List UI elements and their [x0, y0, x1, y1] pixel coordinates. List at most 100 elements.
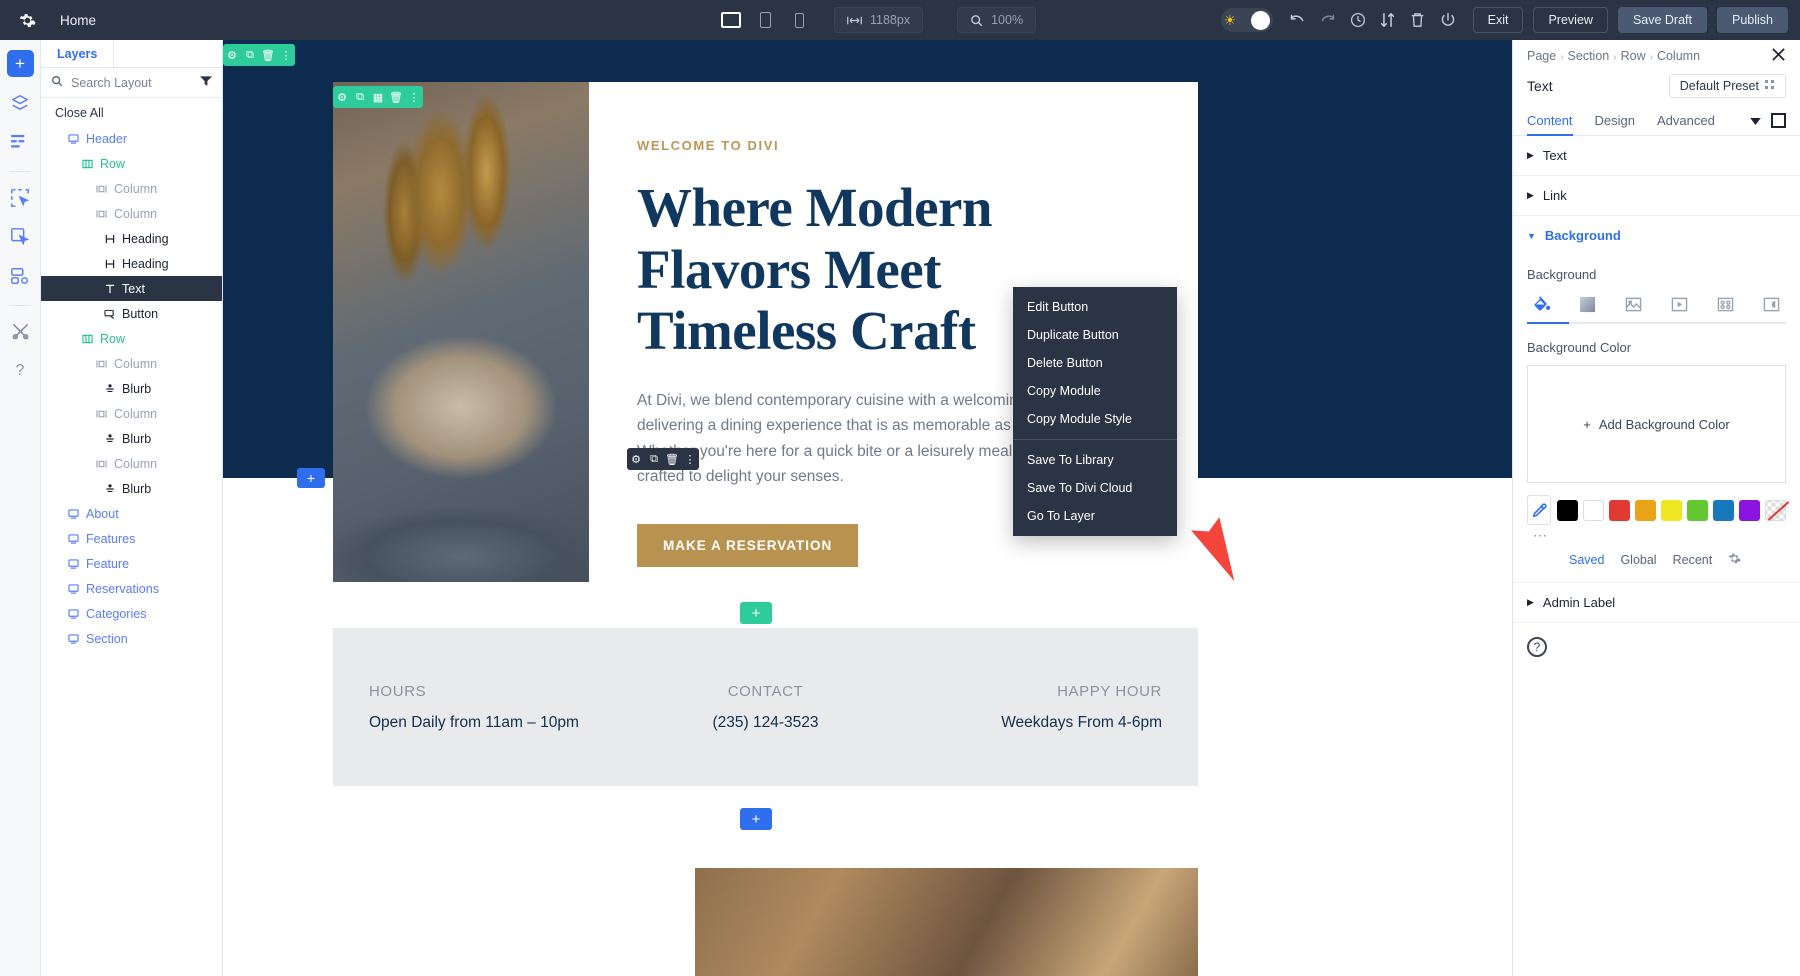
section-hover-toolbar[interactable]: ⚙ ⧉ 🗑 ⋮	[223, 44, 295, 66]
layer-item-column[interactable]: Column	[41, 201, 222, 226]
breadcrumb-item-page[interactable]: Page	[1527, 49, 1556, 63]
zoom-field[interactable]: 100%	[957, 7, 1037, 33]
breadcrumb[interactable]: Page › Section › Row › Column	[1527, 49, 1700, 63]
layer-item-section[interactable]: Section	[41, 626, 222, 651]
recent-link[interactable]: Recent	[1673, 553, 1713, 567]
desktop-icon[interactable]	[718, 8, 744, 32]
context-menu-item-copy-module-style[interactable]: Copy Module Style	[1013, 405, 1177, 433]
trash-icon[interactable]: 🗑	[387, 91, 405, 104]
eyedropper-icon[interactable]	[1527, 495, 1551, 525]
layer-item-about[interactable]: About	[41, 501, 222, 526]
save-draft-button[interactable]: Save Draft	[1617, 7, 1707, 33]
layer-item-blurb[interactable]: Blurb	[41, 376, 222, 401]
breadcrumb-item-row[interactable]: Row	[1621, 49, 1646, 63]
add-module-button-small[interactable]: +	[297, 468, 325, 488]
layer-item-feature[interactable]: Feature	[41, 551, 222, 576]
gear-icon[interactable]: ⚙	[223, 49, 241, 62]
color-swatch[interactable]	[1687, 499, 1708, 521]
publish-button[interactable]: Publish	[1717, 7, 1788, 33]
panel-layout-icon[interactable]	[1771, 113, 1786, 128]
trash-icon[interactable]: 🗑	[259, 49, 277, 62]
pattern-icon[interactable]	[1712, 292, 1740, 316]
tab-content[interactable]: Content	[1527, 106, 1573, 136]
layer-item-row[interactable]: Row	[41, 326, 222, 351]
layer-item-column[interactable]: Column	[41, 451, 222, 476]
saved-link[interactable]: Saved	[1569, 553, 1604, 567]
preview-button[interactable]: Preview	[1533, 7, 1608, 33]
duplicate-icon[interactable]: ⧉	[241, 49, 259, 62]
context-menu-item-delete-button[interactable]: Delete Button	[1013, 349, 1177, 377]
layer-item-blurb[interactable]: Blurb	[41, 426, 222, 451]
color-swatch[interactable]	[1739, 499, 1760, 521]
color-swatch[interactable]	[1635, 499, 1656, 521]
close-icon[interactable]	[1771, 47, 1786, 65]
color-swatch[interactable]	[1583, 499, 1604, 521]
accordion-text[interactable]: ▶ Text	[1513, 136, 1800, 176]
make-reservation-button[interactable]: MAKE A RESERVATION	[637, 524, 859, 568]
more-colors-icon[interactable]: ⋯	[1527, 527, 1786, 544]
color-swatch[interactable]	[1661, 499, 1682, 521]
phone-icon[interactable]	[786, 8, 812, 32]
more-icon[interactable]: ⋮	[681, 453, 699, 466]
color-swatch[interactable]	[1765, 499, 1786, 521]
gear-icon[interactable]: ⚙	[333, 91, 351, 104]
global-link[interactable]: Global	[1620, 553, 1656, 567]
canvas-viewport[interactable]: ⚙ ⧉ 🗑 ⋮ WELCOME TO DIVI Where Modern Fla…	[223, 40, 1512, 976]
help-icon[interactable]: ?	[7, 357, 34, 384]
layer-item-header[interactable]: Header	[41, 126, 222, 151]
home-label[interactable]: Home	[60, 13, 96, 28]
list-icon[interactable]	[7, 128, 34, 155]
gear-icon[interactable]	[16, 9, 38, 31]
tab-advanced[interactable]: Advanced	[1657, 106, 1715, 136]
tab-design[interactable]: Design	[1595, 106, 1635, 136]
video-icon[interactable]	[1666, 292, 1694, 316]
breadcrumb-item-section[interactable]: Section	[1568, 49, 1610, 63]
layer-item-categories[interactable]: Categories	[41, 601, 222, 626]
layer-item-column[interactable]: Column	[41, 351, 222, 376]
exit-button[interactable]: Exit	[1472, 7, 1524, 33]
context-menu-item-save-to-library[interactable]: Save To Library	[1013, 446, 1177, 474]
layer-item-blurb[interactable]: Blurb	[41, 476, 222, 501]
history-icon[interactable]	[1343, 5, 1373, 35]
more-icon[interactable]: ⋮	[277, 49, 295, 62]
add-icon[interactable]: +	[6, 50, 34, 77]
color-swatch[interactable]	[1713, 499, 1734, 521]
accordion-background[interactable]: ▼ Background	[1513, 216, 1800, 255]
duplicate-icon[interactable]: ⧉	[645, 453, 663, 466]
layers-search-row[interactable]: Search Layout	[41, 68, 222, 98]
breadcrumb-item-column[interactable]: Column	[1657, 49, 1700, 63]
tools-icon[interactable]	[7, 318, 34, 345]
search-input[interactable]: Search Layout	[71, 76, 192, 90]
chevron-down-icon[interactable]	[1750, 113, 1761, 128]
image-icon[interactable]	[1619, 292, 1647, 316]
trash-icon[interactable]: 🗑	[663, 453, 681, 466]
gear-icon[interactable]	[1728, 552, 1741, 568]
sort-icon[interactable]	[1373, 5, 1403, 35]
context-menu-item-edit-button[interactable]: Edit Button	[1013, 293, 1177, 321]
add-row-button[interactable]: +	[740, 602, 772, 624]
color-swatch[interactable]	[1609, 499, 1630, 521]
add-background-color-button[interactable]: + Add Background Color	[1527, 365, 1786, 483]
row-hover-toolbar[interactable]: ⚙ ⧉ ▦ 🗑 ⋮	[333, 86, 423, 108]
layers-icon[interactable]	[7, 89, 34, 116]
trash-icon[interactable]	[1403, 5, 1433, 35]
layer-item-column[interactable]: Column	[41, 401, 222, 426]
viewport-width-field[interactable]: 1188px	[834, 7, 924, 33]
color-swatch[interactable]	[1557, 499, 1578, 521]
layer-item-column[interactable]: Column	[41, 176, 222, 201]
close-all-button[interactable]: Close All	[41, 98, 222, 126]
layer-item-text[interactable]: Text	[41, 276, 222, 301]
layer-item-button[interactable]: Button	[41, 301, 222, 326]
mask-icon[interactable]	[1758, 292, 1786, 316]
theme-toggle[interactable]: ☀	[1220, 8, 1273, 32]
layer-item-reservations[interactable]: Reservations	[41, 576, 222, 601]
gradient-icon[interactable]	[1573, 292, 1601, 316]
tablet-icon[interactable]	[752, 8, 778, 32]
layer-item-features[interactable]: Features	[41, 526, 222, 551]
module-hover-toolbar[interactable]: ⚙ ⧉ 🗑 ⋮	[627, 448, 699, 470]
add-section-button[interactable]: +	[740, 808, 772, 830]
undo-icon[interactable]	[1283, 5, 1313, 35]
wireframe-icon[interactable]	[7, 262, 34, 289]
duplicate-icon[interactable]: ⧉	[351, 91, 369, 104]
more-icon[interactable]: ⋮	[405, 91, 423, 104]
